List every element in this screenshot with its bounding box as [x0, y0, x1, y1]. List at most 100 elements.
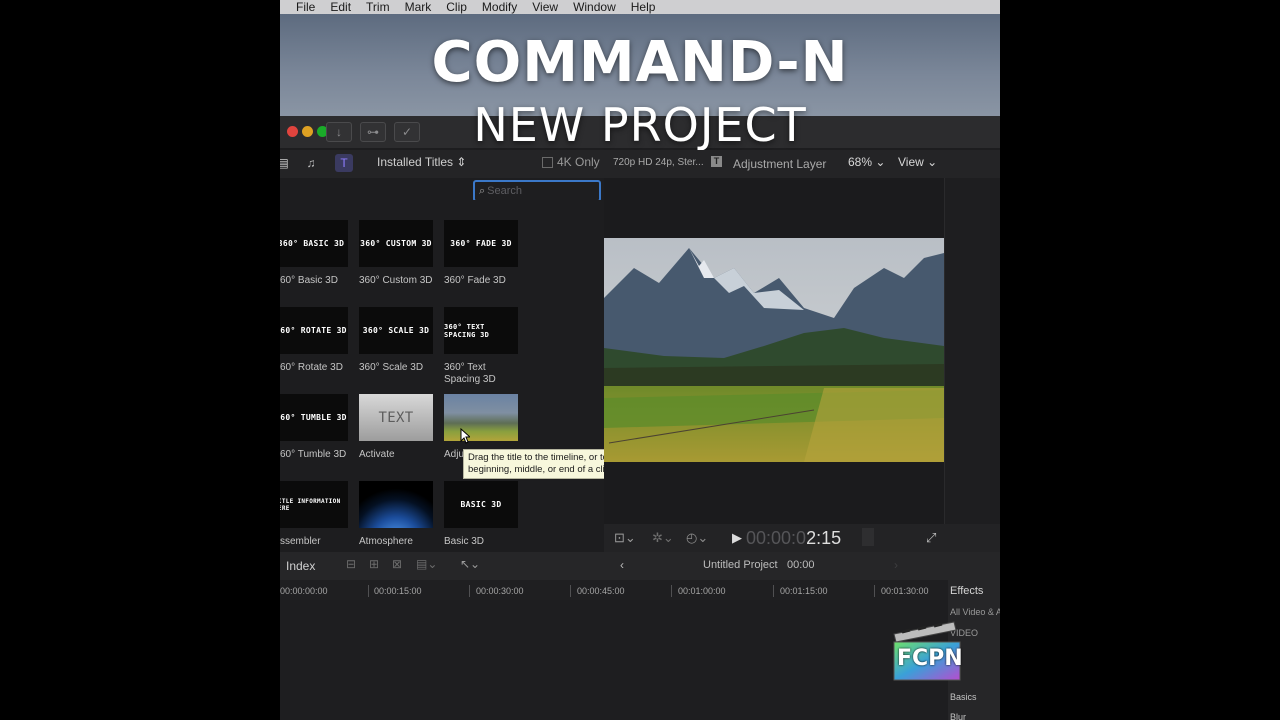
logo-text: FCPN	[897, 646, 963, 671]
title-label: Basic 3D	[444, 536, 485, 547]
thumbnail-text: 360° TUMBLE 3D	[280, 413, 347, 422]
thumbnail-text: TEXT	[378, 409, 414, 426]
effects-category[interactable]: Basics	[950, 692, 977, 702]
ruler-tick	[874, 585, 875, 597]
title-label: 60° Rotate 3D	[280, 362, 343, 373]
ruler-tick	[671, 585, 672, 597]
title-thumbnail[interactable]: 360° TEXT SPACING 3D	[444, 307, 518, 354]
search-placeholder: Search	[487, 185, 523, 197]
menu-help[interactable]: Help	[631, 0, 656, 14]
zoom-level-dropdown[interactable]: 68% ⌄	[848, 155, 885, 169]
titles-category-dropdown[interactable]: Installed Titles ⇕	[377, 155, 466, 169]
inspector-panel	[944, 178, 1000, 524]
ruler-time-label: 00:01:15:00	[780, 586, 828, 596]
timeline-area[interactable]	[280, 600, 948, 720]
transform-icon[interactable]: ⊡⌄	[614, 530, 636, 546]
title-thumbnail[interactable]: TEXT	[359, 394, 433, 441]
title-thumbnail[interactable]: 360° ROTATE 3D	[280, 307, 348, 354]
effects-category[interactable]: All Video & A	[950, 607, 1000, 617]
4k-only-label: 4K Only	[557, 155, 600, 169]
title-thumbnail[interactable]: 360° SCALE 3D	[359, 307, 433, 354]
title-thumbnail[interactable]: 360° TUMBLE 3D	[280, 394, 348, 441]
menu-trim[interactable]: Trim	[366, 0, 390, 14]
title-thumbnail[interactable]: TITLE INFORMATION HERE	[280, 481, 348, 528]
libraries-icon[interactable]: ▤	[280, 154, 292, 172]
overlay-subtitle: NEW PROJECT	[473, 98, 807, 152]
edit-overwrite-icon[interactable]: ▤⌄	[416, 557, 437, 571]
titles-icon[interactable]: T	[335, 154, 353, 172]
ruler-time-label: 00:01:30:00	[881, 586, 929, 596]
timecode-value: 2:15	[806, 528, 842, 548]
viewer-preview-image	[604, 238, 944, 462]
enhance-icon[interactable]: ✲⌄	[652, 530, 674, 546]
view-dropdown[interactable]: View ⌄	[898, 155, 937, 169]
thumbnail-text: 360° SCALE 3D	[362, 326, 430, 335]
clip-name-label: Adjustment Layer	[733, 157, 827, 171]
thumbnail-text: BASIC 3D	[460, 500, 502, 509]
ruler-time-label: 00:00:30:00	[476, 586, 524, 596]
ruler-time-label: 00:00:00:00	[280, 586, 328, 596]
effects-title: Effects	[950, 585, 984, 597]
ruler-tick	[570, 585, 571, 597]
project-duration-label: 00:00	[787, 559, 815, 571]
effects-category[interactable]: Blur	[950, 712, 966, 720]
back-icon[interactable]: ‹	[620, 558, 624, 572]
menu-view[interactable]: View	[532, 0, 558, 14]
forward-icon[interactable]: ›	[894, 558, 898, 572]
menu-modify[interactable]: Modify	[482, 0, 517, 14]
menu-clip[interactable]: Clip	[446, 0, 467, 14]
edit-insert-icon[interactable]: ⊞	[369, 557, 379, 571]
mouse-cursor-icon	[460, 428, 470, 444]
overlay-title: COMMAND-N	[431, 30, 849, 95]
title-label: 360° Fade 3D	[444, 275, 506, 286]
menu-mark[interactable]: Mark	[405, 0, 432, 14]
edit-connect-icon[interactable]: ⊟	[346, 557, 356, 571]
thumbnail-text: TITLE INFORMATION HERE	[280, 497, 341, 512]
ruler-time-label: 00:00:45:00	[577, 586, 625, 596]
title-thumbnail[interactable]: 360° FADE 3D	[444, 220, 518, 267]
menu-file[interactable]: File	[296, 0, 315, 14]
retime-icon[interactable]: ◴⌄	[686, 530, 708, 546]
search-icon: ⌕	[479, 184, 486, 197]
menu-window[interactable]: Window	[573, 0, 616, 14]
project-name-label: Untitled Project	[703, 559, 778, 571]
select-tool-icon[interactable]: ↖⌄	[460, 557, 480, 571]
menu-bar: File Edit Trim Mark Clip Modify View Win…	[280, 0, 1000, 14]
title-label: 360° Custom 3D	[359, 275, 433, 286]
search-field[interactable]: ⌕ Search	[473, 180, 601, 202]
ruler-time-label: 00:01:00:00	[678, 586, 726, 596]
screen: File Edit Trim Mark Clip Modify View Win…	[280, 0, 1000, 720]
checkbox-box[interactable]	[542, 156, 553, 168]
thumbnail-text: 360° ROTATE 3D	[280, 326, 347, 335]
title-thumbnail[interactable]	[359, 481, 433, 528]
title-thumbnail[interactable]: 360° CUSTOM 3D	[359, 220, 433, 267]
title-icon: T	[711, 156, 722, 167]
title-label: Activate	[359, 449, 395, 460]
ruler-tick	[773, 585, 774, 597]
ruler-tick	[469, 585, 470, 597]
title-thumbnail-selected[interactable]	[444, 394, 518, 441]
index-button[interactable]: Index	[286, 559, 315, 573]
menu-edit[interactable]: Edit	[330, 0, 351, 14]
timeline-header	[280, 552, 1000, 580]
thumbnail-text: 360° BASIC 3D	[280, 239, 345, 248]
title-label: ssembler	[280, 536, 321, 547]
sound-icon[interactable]: ♫	[302, 154, 320, 172]
ruler-tick	[368, 585, 369, 597]
edit-append-icon[interactable]: ⊠	[392, 557, 402, 571]
title-label: 360° Text Spacing 3D	[444, 362, 496, 385]
timecode-dim: 00:00:0	[746, 528, 807, 548]
title-label: 60° Basic 3D	[280, 275, 338, 286]
fullscreen-icon[interactable]: ⤢	[926, 530, 936, 546]
timecode-display: 00:00:02:15	[746, 528, 841, 549]
title-thumbnail[interactable]: BASIC 3D	[444, 481, 518, 528]
thumbnail-text: 360° TEXT SPACING 3D	[444, 322, 490, 339]
play-button[interactable]: ▶	[732, 530, 742, 546]
audio-meter	[862, 528, 874, 546]
title-label: Atmosphere	[359, 536, 413, 547]
thumbnail-text: 360° FADE 3D	[450, 239, 512, 248]
4k-only-checkbox[interactable]: 4K Only	[542, 155, 600, 169]
ruler-time-label: 00:00:15:00	[374, 586, 422, 596]
title-thumbnail[interactable]: 360° BASIC 3D	[280, 220, 348, 267]
title-label: 60° Tumble 3D	[280, 449, 347, 460]
